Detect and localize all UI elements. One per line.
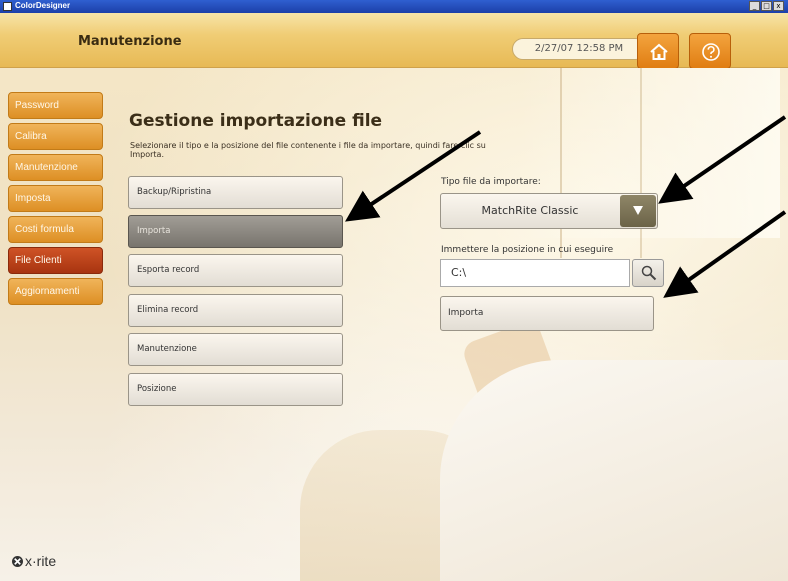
close-button[interactable]: x	[773, 1, 784, 11]
file-type-label: Tipo file da importare:	[441, 177, 541, 187]
header-bar: Manutenzione 2/27/07 12:58 PM	[0, 13, 788, 69]
location-label: Immettere la posizione in cui eseguire	[441, 245, 614, 255]
datetime-display: 2/27/07 12:58 PM	[512, 38, 646, 60]
location-input[interactable]: C:\	[440, 259, 630, 287]
background-window-frame	[640, 68, 642, 258]
window-titlebar: ColorDesigner _ □ x	[0, 0, 788, 13]
page-title: Gestione importazione file	[129, 111, 383, 131]
window-controls: _ □ x	[749, 1, 784, 11]
background-window-frame	[560, 68, 562, 258]
background-sofa	[440, 360, 788, 581]
triangle-down-icon	[633, 206, 643, 215]
dropdown-toggle[interactable]	[620, 195, 656, 227]
sidebar-item-costi-formula[interactable]: Costi formula	[8, 216, 103, 243]
section-title: Manutenzione	[78, 34, 182, 49]
help-button[interactable]	[689, 33, 731, 69]
delete-records-button[interactable]: Elimina record	[128, 294, 343, 327]
browse-button[interactable]	[632, 259, 664, 287]
xrite-logo: x·rite	[12, 553, 56, 569]
sidebar-nav: Password Calibra Manutenzione Imposta Co…	[8, 92, 103, 309]
backup-restore-button[interactable]: Backup/Ripristina	[128, 176, 343, 209]
minimize-button[interactable]: _	[749, 1, 760, 11]
sidebar-item-password[interactable]: Password	[8, 92, 103, 119]
maximize-button[interactable]: □	[761, 1, 772, 11]
maintenance-button[interactable]: Manutenzione	[128, 333, 343, 366]
import-menu-button[interactable]: Importa	[128, 215, 343, 248]
app-window: ColorDesigner _ □ x Manutenzione 2/27/07…	[0, 0, 788, 581]
logo-text: x·rite	[25, 553, 57, 569]
home-button[interactable]	[637, 33, 679, 69]
import-button[interactable]: Importa	[440, 296, 654, 331]
home-icon	[650, 43, 668, 60]
sidebar-item-aggiornamenti[interactable]: Aggiornamenti	[8, 278, 103, 305]
xrite-logo-icon	[12, 556, 23, 567]
sidebar-item-manutenzione[interactable]: Manutenzione	[8, 154, 103, 181]
file-type-selected: MatchRite Classic	[481, 204, 579, 217]
file-type-dropdown[interactable]: MatchRite Classic	[440, 193, 658, 229]
search-icon	[641, 265, 657, 281]
sidebar-item-calibra[interactable]: Calibra	[8, 123, 103, 150]
app-icon	[3, 2, 12, 11]
instructions-text: Selezionare il tipo e la posizione del f…	[130, 141, 486, 159]
sidebar-item-imposta[interactable]: Imposta	[8, 185, 103, 212]
window-title: ColorDesigner	[15, 1, 71, 10]
help-icon	[702, 43, 720, 61]
export-records-button[interactable]: Esporta record	[128, 254, 343, 287]
sidebar-item-file-clienti[interactable]: File Clienti	[8, 247, 103, 274]
location-button[interactable]: Posizione	[128, 373, 343, 406]
